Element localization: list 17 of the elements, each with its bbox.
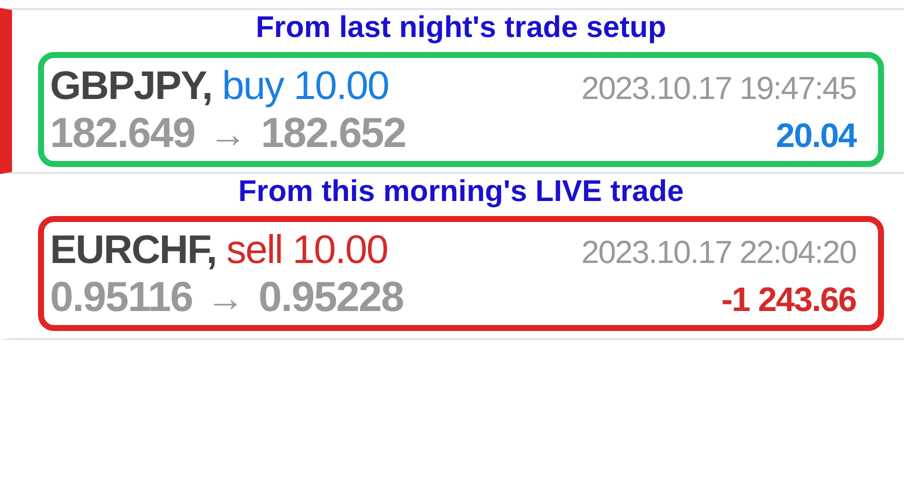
side-volume: sell 10.00 [226,228,388,273]
profit: -1 243.66 [721,281,856,320]
close-price: 182.652 [260,109,406,157]
open-price: 182.649 [50,109,195,157]
trade-time: 2023.10.17 19:47:45 [581,70,856,107]
open-price: 0.95116 [50,273,193,321]
symbol: GBPJPY, [50,64,212,109]
profit: 20.04 [776,117,856,156]
close-price: 0.95228 [258,273,404,321]
trade-time: 2023.10.17 22:04:20 [581,234,856,271]
symbol: EURCHF, [50,228,216,273]
side-volume: buy 10.00 [222,64,389,109]
trade-row[interactable]: From this morning's LIVE trade EURCHF, sell 10.00 2023.10.17 22:04:20 0.95116 → 0.95228 -1 243.66 [0,174,904,340]
arrow: → [206,278,245,321]
arrow: → [208,114,247,157]
annotation-outline[interactable]: EURCHF, sell 10.00 2023.10.17 22:04:20 0.95116 → 0.95228 -1 243.66 [38,216,884,331]
annotation-outline[interactable]: GBPJPY, buy 10.00 2023.10.17 19:47:45 182.649 → 182.652 20.04 [38,52,884,167]
